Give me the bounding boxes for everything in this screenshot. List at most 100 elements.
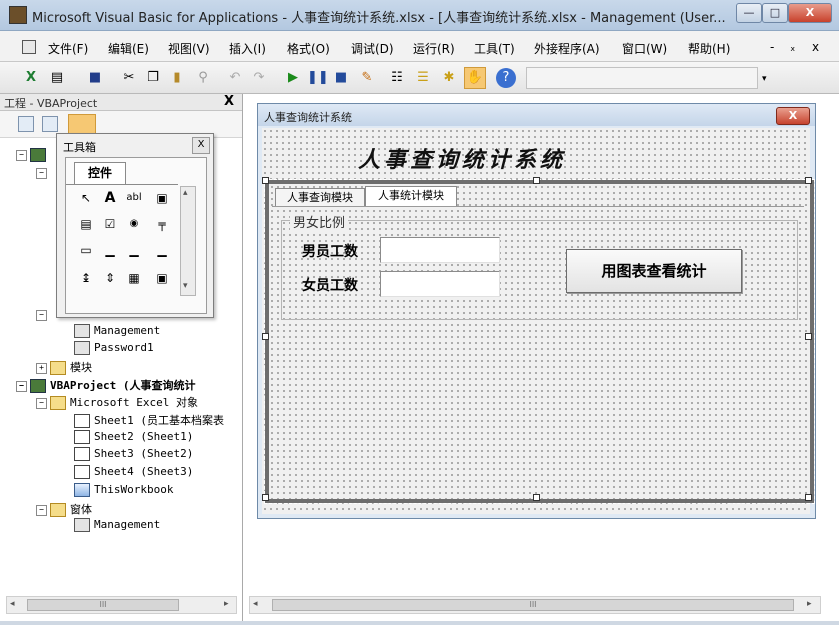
tool-togglebutton-icon[interactable]: ╤ [152, 214, 172, 234]
tool-combobox-icon[interactable]: ▣ [152, 188, 172, 208]
design-mode-icon[interactable]: ✎ [356, 67, 378, 89]
collapse-icon[interactable]: − [16, 380, 27, 392]
multipage-control[interactable]: 人事查询模块 人事统计模块 男女比例 男员工数 女员工数 用图表查看统计 [264, 179, 815, 504]
tree-folder-excel-objects[interactable]: − Microsoft Excel 对象 [36, 394, 198, 410]
redo-icon[interactable]: ↷ [248, 67, 270, 89]
collapse-icon[interactable]: − [36, 309, 47, 321]
tree-item-form-management[interactable]: Management [74, 518, 160, 532]
project-horizontal-scrollbar[interactable]: ◂ III ▸ [6, 596, 237, 614]
scroll-right-icon[interactable]: ▸ [807, 599, 812, 609]
selection-handle[interactable] [533, 177, 540, 184]
toolbox-icon[interactable]: ✋ [464, 67, 486, 89]
tree-folder-forms-1[interactable]: − [36, 308, 50, 321]
paste-icon[interactable]: ▮ [166, 67, 188, 89]
tree-root-vbaproject-1[interactable]: − [16, 148, 50, 162]
close-button[interactable]: X [788, 3, 832, 23]
scroll-thumb[interactable]: III [272, 599, 794, 611]
menu-format[interactable]: 格式(O) [287, 40, 330, 57]
userform-close-button[interactable]: X [776, 107, 810, 125]
tree-item-sheet3[interactable]: Sheet3 (Sheet2) [74, 447, 193, 461]
tree-folder-1[interactable]: − [36, 166, 50, 179]
male-count-textbox[interactable] [380, 237, 500, 263]
menu-debug[interactable]: 调试(D) [351, 40, 394, 57]
tool-checkbox-icon[interactable]: ☑ [100, 214, 120, 234]
tool-textbox-icon[interactable]: abl [124, 188, 144, 208]
selection-handle[interactable] [262, 494, 269, 501]
tab-personnel-query[interactable]: 人事查询模块 [275, 188, 365, 207]
toolbox-close-button[interactable]: X [192, 137, 210, 154]
scroll-left-icon[interactable]: ◂ [10, 599, 15, 609]
tool-multipage-icon[interactable]: ▁ [152, 240, 172, 260]
properties-icon[interactable]: ☰ [412, 67, 434, 89]
insert-userform-icon[interactable]: ▤ [46, 67, 68, 89]
scroll-up-icon[interactable]: ▴ [183, 188, 188, 198]
project-explorer-icon[interactable]: ☷ [386, 67, 408, 89]
selection-handle[interactable] [533, 494, 540, 501]
tree-item-management[interactable]: Management [74, 324, 160, 338]
find-icon[interactable]: ⚲ [192, 67, 214, 89]
help-icon[interactable]: ? [496, 68, 516, 88]
tool-refedit-icon[interactable]: ▣ [152, 268, 172, 288]
document-icon[interactable] [22, 40, 36, 54]
menu-view[interactable]: 视图(V) [168, 40, 210, 57]
menu-tools[interactable]: 工具(T) [474, 40, 515, 57]
menu-run[interactable]: 运行(R) [413, 40, 455, 57]
selection-handle[interactable] [805, 333, 812, 340]
selection-handle[interactable] [262, 177, 269, 184]
designer-horizontal-scrollbar[interactable]: ◂ III ▸ [249, 596, 821, 614]
menu-edit[interactable]: 编辑(E) [108, 40, 149, 57]
tool-pointer-icon[interactable]: ↖ [76, 188, 96, 208]
female-count-textbox[interactable] [380, 271, 500, 297]
tree-item-sheet4[interactable]: Sheet4 (Sheet3) [74, 465, 193, 479]
female-count-label[interactable]: 女员工数 [302, 275, 358, 295]
collapse-icon[interactable]: − [36, 397, 47, 409]
expand-icon[interactable]: + [36, 362, 47, 374]
selection-handle[interactable] [262, 333, 269, 340]
collapse-icon[interactable]: − [36, 167, 47, 179]
gender-ratio-frame[interactable]: 男女比例 男员工数 女员工数 用图表查看统计 [281, 212, 798, 320]
collapse-icon[interactable]: − [16, 149, 27, 161]
tree-root-vbaproject-2[interactable]: − VBAProject (人事查询统计 [16, 377, 195, 393]
userform-canvas[interactable]: 人事查询统计系统 人事查询模块 人事统计模块 男女比例 男员工数 女员工数 用图… [262, 128, 815, 514]
tree-item-password[interactable]: Password1 [74, 341, 154, 355]
menu-file[interactable]: 文件(F) [48, 40, 88, 57]
selection-handle[interactable] [805, 177, 812, 184]
menu-window[interactable]: 窗口(W) [622, 40, 667, 57]
object-browser-icon[interactable]: ✱ [438, 67, 460, 89]
tree-item-sheet2[interactable]: Sheet2 (Sheet1) [74, 430, 193, 444]
cut-icon[interactable]: ✂ [118, 67, 140, 89]
male-count-label[interactable]: 男员工数 [302, 241, 358, 261]
tree-item-thisworkbook[interactable]: ThisWorkbook [74, 483, 173, 497]
doc-close-button[interactable]: x [812, 40, 819, 54]
copy-icon[interactable]: ❐ [142, 67, 164, 89]
scroll-left-icon[interactable]: ◂ [253, 599, 258, 609]
save-icon[interactable]: ■ [84, 67, 106, 89]
tool-tabstrip-icon[interactable]: ▁ [124, 240, 144, 260]
tool-commandbutton-icon[interactable]: ▁ [100, 240, 120, 260]
tool-optionbutton-icon[interactable]: ◉ [124, 214, 144, 234]
scroll-down-icon[interactable]: ▾ [183, 281, 188, 291]
scroll-thumb[interactable]: III [27, 599, 179, 611]
menu-insert[interactable]: 插入(I) [229, 40, 266, 57]
tree-folder-modules[interactable]: + 模块 [36, 359, 92, 375]
tool-image-icon[interactable]: ▦ [124, 268, 144, 288]
toolbox-tab-controls[interactable]: 控件 [74, 162, 126, 185]
view-chart-button[interactable]: 用图表查看统计 [566, 249, 742, 293]
tab-personnel-stats[interactable]: 人事统计模块 [365, 186, 457, 207]
maximize-button[interactable]: □ [762, 3, 788, 23]
selection-handle[interactable] [805, 494, 812, 501]
collapse-icon[interactable]: − [36, 504, 47, 516]
toolbox-scrollbar[interactable]: ▴ ▾ [180, 186, 196, 296]
menu-help[interactable]: 帮助(H) [688, 40, 730, 57]
form-heading-label[interactable]: 人事查询统计系统 [358, 142, 566, 174]
toggle-folders-icon[interactable] [68, 114, 96, 134]
menu-addins[interactable]: 外接程序(A) [534, 40, 600, 57]
doc-restore-button[interactable]: ₓ [790, 40, 795, 54]
tool-frame-icon[interactable]: ▭ [76, 240, 96, 260]
scroll-right-icon[interactable]: ▸ [224, 599, 229, 609]
tool-scrollbar-icon[interactable]: ↨ [76, 268, 96, 288]
toolbar-options-icon[interactable]: ▾ [762, 74, 767, 84]
doc-minimize-button[interactable]: - [770, 40, 774, 54]
tree-folder-forms[interactable]: − 窗体 [36, 501, 92, 517]
tool-label-icon[interactable]: A [100, 188, 120, 208]
